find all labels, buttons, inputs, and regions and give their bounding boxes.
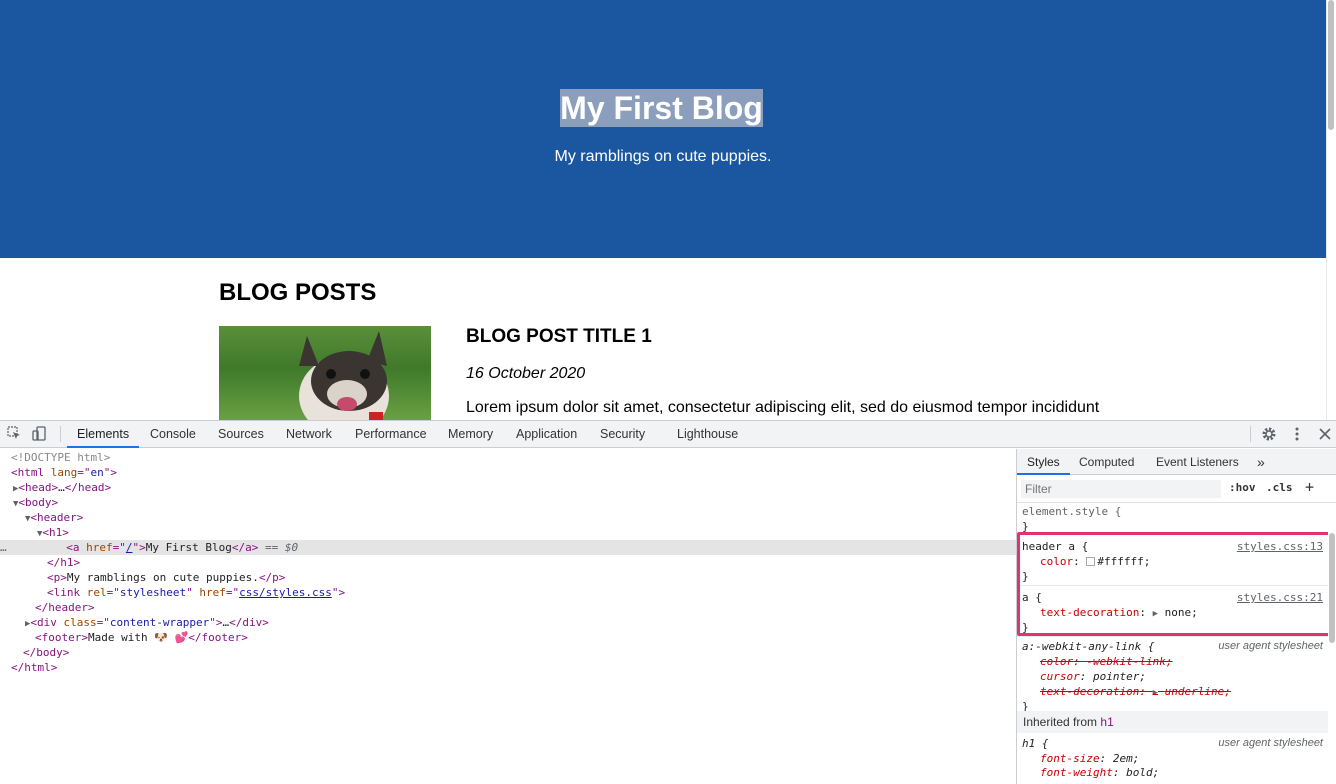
post-body: Lorem ipsum dolor sit amet, consectetur … [466,399,1100,416]
dom-header-close[interactable]: </header> [0,600,1016,615]
rule-element-style[interactable]: element.style { } [1017,503,1329,535]
add-rule-button[interactable]: + [1305,478,1314,496]
dom-head[interactable]: ▶<head>…</head> [0,480,1016,495]
hov-toggle[interactable]: :hov [1229,481,1256,494]
page-scrollbar-thumb[interactable] [1328,0,1334,130]
blog-posts-heading: BLOG POSTS [219,279,377,306]
inherited-from-header: Inherited from h1 [1017,711,1336,733]
page-viewport: My First Blog My ramblings on cute puppi… [0,0,1336,420]
tab-computed[interactable]: Computed [1079,449,1134,475]
site-header: My First Blog My ramblings on cute puppi… [0,0,1326,258]
devtools-toolbar: Elements Console Sources Network Perform… [0,421,1336,448]
element-style-selector: element.style { [1022,505,1122,518]
inspect-element-icon[interactable] [6,426,22,442]
post-title: BLOG POST TITLE 1 [466,326,652,347]
dom-p[interactable]: <p>My ramblings on cute puppies.</p> [0,570,1016,585]
styles-scrollbar[interactable] [1328,503,1336,784]
settings-gear-icon[interactable] [1261,426,1277,442]
selected-marker: == $0 [264,541,299,554]
device-toolbar-icon[interactable] [31,426,47,442]
user-agent-label: user agent stylesheet [1218,737,1323,749]
elements-tree: <!DOCTYPE html> <html lang="en"> ▶<head>… [0,449,1016,784]
ua-prop-cursor[interactable]: cursor: pointer; [1040,669,1146,684]
styles-tabs: Styles Computed Event Listeners » [1017,449,1336,475]
highlight-annotation-box [1017,532,1331,636]
dom-link[interactable]: <link rel="stylesheet" href="css/styles.… [0,585,1016,600]
dom-h1-close[interactable]: </h1> [0,555,1016,570]
toolbar-separator [60,426,61,442]
toolbar-separator [1250,426,1251,442]
ua-prop-text-decoration[interactable]: text-decoration: ▶ underline; [1040,684,1231,699]
tab-memory[interactable]: Memory [448,421,493,448]
styles-scrollbar-thumb[interactable] [1329,533,1335,643]
styles-sidebar: Styles Computed Event Listeners » :hov .… [1016,449,1336,784]
dom-html-close[interactable]: </html> [0,660,1016,675]
rule-webkit-any-link[interactable]: a:-webkit-any-link { user agent styleshe… [1017,638,1329,713]
doctype-text: <!DOCTYPE html> [11,451,111,464]
dom-header[interactable]: ▼<header> [0,510,1016,525]
dom-footer[interactable]: <footer>Made with 🐶 💕</footer> [0,630,1016,645]
tab-sources[interactable]: Sources [218,421,264,448]
tab-network[interactable]: Network [286,421,332,448]
dom-footer-text: Made with 🐶 💕 [87,631,189,644]
dom-a-text: My First Blog [145,541,232,554]
rule-webkit-selector: a:-webkit-any-link { [1022,640,1155,653]
filter-row: :hov .cls + [1017,475,1336,503]
ua-prop-value: underline; [1164,685,1231,698]
ua-prop-value: pointer; [1093,670,1146,683]
h1-prop-font-size[interactable]: font-size: 2em; [1040,751,1139,766]
tab-elements[interactable]: Elements [67,421,140,448]
tab-performance[interactable]: Performance [355,421,427,448]
dom-h1[interactable]: ▼<h1> [0,525,1016,540]
more-tabs-icon[interactable]: » [1257,449,1265,475]
ua-prop-value: -webkit-link; [1086,655,1173,668]
tab-lighthouse[interactable]: Lighthouse [677,421,738,448]
cls-toggle[interactable]: .cls [1266,481,1293,494]
ua-prop-name: color [1040,655,1074,668]
h1-prop-name: font-size [1040,752,1100,765]
ua-prop-color[interactable]: color: -webkit-link; [1040,654,1172,669]
dom-body-close[interactable]: </body> [0,645,1016,660]
h1-prop-font-weight[interactable]: font-weight: bold; [1040,765,1159,780]
dom-body[interactable]: ▼<body> [0,495,1016,510]
page-scrollbar[interactable] [1326,0,1336,420]
dom-html[interactable]: <html lang="en"> [0,465,1016,480]
post-date: 16 October 2020 [466,365,586,382]
tab-console[interactable]: Console [150,421,196,448]
puppy-image [219,326,431,420]
h1-prop-value: bold; [1126,766,1160,779]
dom-p-text: My ramblings on cute puppies. [66,571,259,584]
site-title-link[interactable]: My First Blog [560,89,763,127]
rule-h1[interactable]: h1 { user agent stylesheet font-size: 2e… [1017,733,1329,784]
dom-a-selected[interactable]: … <a href="/">My First Blog</a> == $0 [0,540,1016,555]
ua-prop-name: text-decoration [1040,685,1140,698]
styles-filter-input[interactable] [1021,480,1221,498]
dom-content-wrapper[interactable]: ▶<div class="content-wrapper">…</div> [0,615,1016,630]
close-icon[interactable] [1317,426,1333,442]
rule-h1-selector: h1 { [1022,737,1049,750]
tab-styles[interactable]: Styles [1017,449,1070,475]
tab-application[interactable]: Application [516,421,577,448]
devtools-panel: Elements Console Sources Network Perform… [0,420,1336,784]
inherited-from-link[interactable]: h1 [1100,715,1113,729]
dom-doctype[interactable]: <!DOCTYPE html> [0,450,1016,465]
h1-prop-value: 2em; [1112,752,1140,765]
more-options-icon[interactable] [1289,426,1305,442]
inherited-label: Inherited from [1023,715,1098,729]
user-agent-label: user agent stylesheet [1218,640,1323,652]
tab-event-listeners[interactable]: Event Listeners [1156,449,1239,475]
ua-prop-name: cursor [1040,670,1080,683]
site-tagline: My ramblings on cute puppies. [554,148,772,165]
h1-prop-name: font-weight [1040,766,1113,779]
tab-security[interactable]: Security [600,421,645,448]
